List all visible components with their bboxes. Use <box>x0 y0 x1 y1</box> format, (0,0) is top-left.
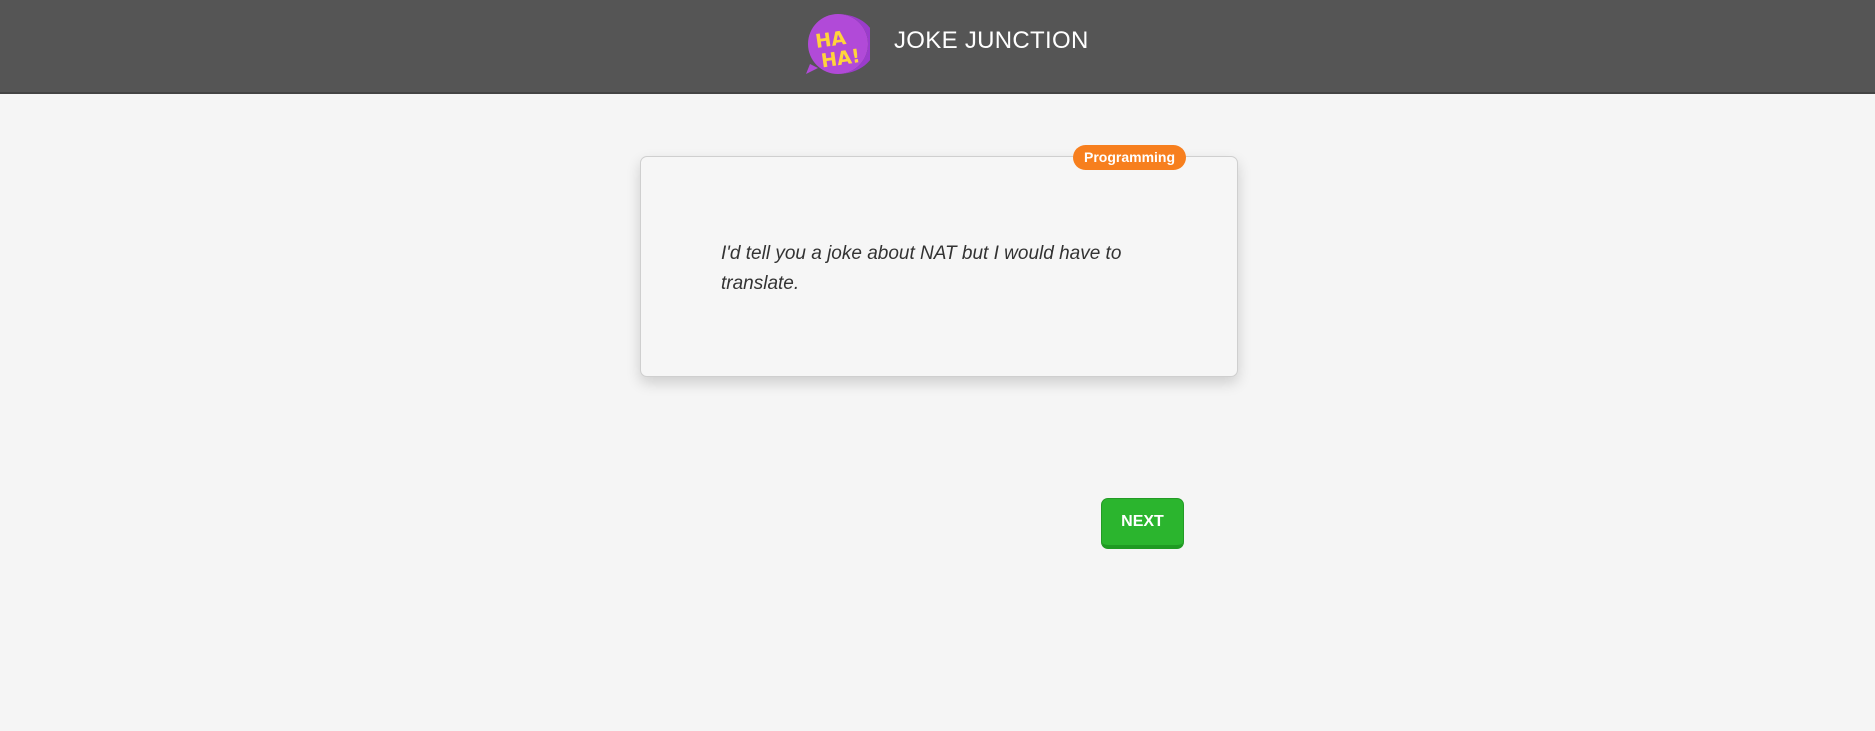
next-button[interactable]: NEXT <box>1101 498 1184 549</box>
site-title[interactable]: JOKE JUNCTION <box>894 26 1089 56</box>
header-bar: HA HA! JOKE JUNCTION <box>0 0 1875 94</box>
joke-card: I'd tell you a joke about NAT but I woul… <box>640 156 1238 377</box>
joke-text: I'd tell you a joke about NAT but I woul… <box>721 243 1122 294</box>
haha-speech-bubble-icon[interactable]: HA HA! <box>804 12 870 78</box>
category-badge: Programming <box>1073 145 1187 170</box>
